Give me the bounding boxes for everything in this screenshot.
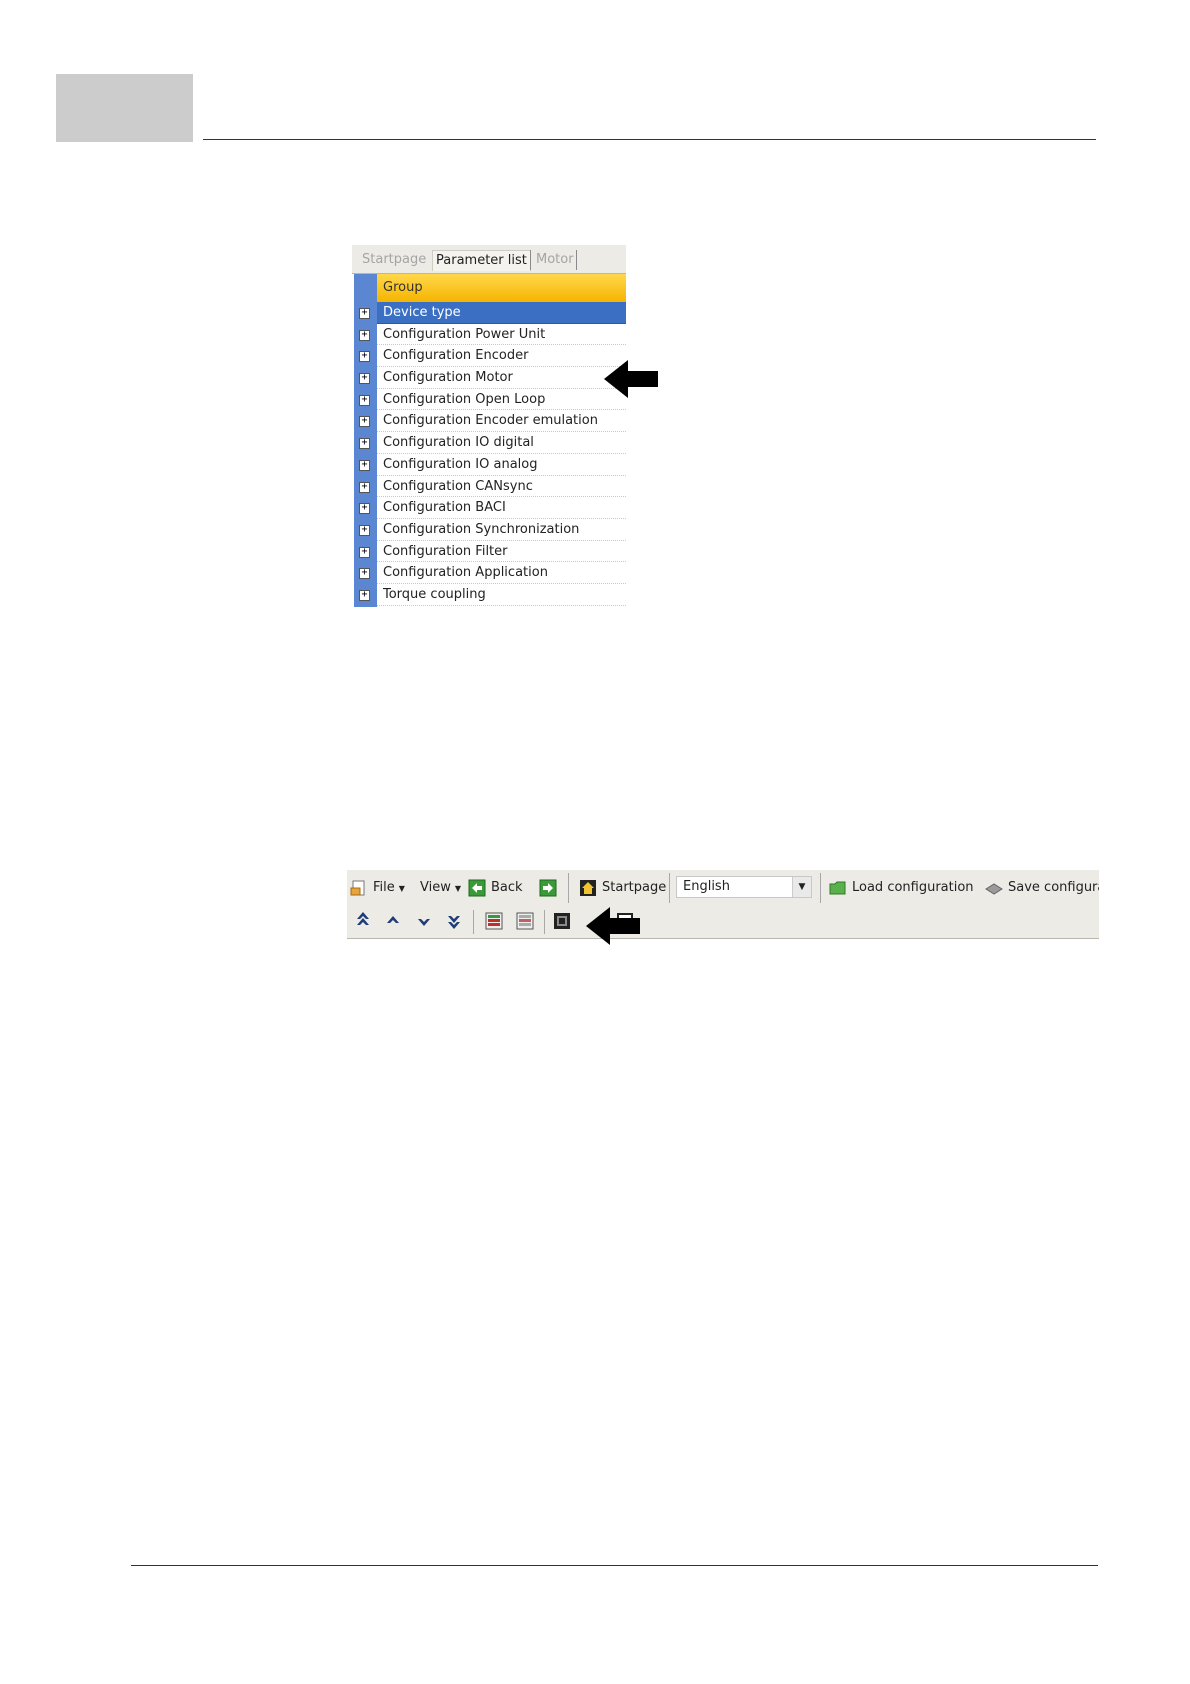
group-row-label: Configuration Filter xyxy=(383,543,508,559)
group-row-label: Configuration IO digital xyxy=(383,435,534,451)
header-rule xyxy=(203,139,1096,140)
group-row-label: Configuration Power Unit xyxy=(383,326,546,342)
group-row[interactable]: + Configuration Encoder xyxy=(359,345,626,368)
group-row-label: Configuration Open Loop xyxy=(383,391,546,407)
group-row[interactable]: + Configuration IO analog xyxy=(359,454,626,476)
expand-plus-icon[interactable]: + xyxy=(359,351,370,363)
expand-plus-icon[interactable]: + xyxy=(359,524,370,536)
language-select[interactable]: English ▼ xyxy=(676,876,812,898)
group-grid: Group + Device type + Configuration Power U… xyxy=(359,274,626,606)
file-menu-label: File xyxy=(373,880,395,895)
expand-plus-icon[interactable]: + xyxy=(359,589,370,601)
expand-plus-icon[interactable]: + xyxy=(359,503,370,515)
dropdown-arrow-icon: ▼ xyxy=(398,884,405,893)
group-row[interactable]: + Configuration Motor xyxy=(359,367,626,389)
startpage-button-label: Startpage xyxy=(602,880,667,895)
expand-plus-icon[interactable]: + xyxy=(359,394,370,406)
back-button[interactable]: Back xyxy=(468,877,523,899)
dropdown-arrow-icon: ▼ xyxy=(454,884,462,893)
tab-separator xyxy=(576,250,577,270)
group-row[interactable]: + Configuration Synchronization xyxy=(359,519,626,541)
toolbar-separator xyxy=(473,910,474,934)
group-row-label: Device type xyxy=(383,305,461,320)
forward-button[interactable] xyxy=(539,877,562,899)
save-disk-icon xyxy=(985,882,1003,895)
expand-plus-icon[interactable]: + xyxy=(359,459,370,471)
load-configuration-label: Load configuration xyxy=(852,880,974,895)
group-row[interactable]: + Configuration Encoder emulation xyxy=(359,410,626,433)
startpage-button[interactable]: Startpage xyxy=(579,877,666,899)
expand-plus-icon[interactable]: + xyxy=(359,416,370,428)
group-row-label: Configuration Encoder xyxy=(383,348,529,364)
toolbar-separator xyxy=(544,910,545,934)
forward-arrow-icon xyxy=(539,879,557,896)
home-icon xyxy=(580,879,596,896)
parameter-list-panel: Startpage Parameter list Motor Group + De… xyxy=(352,245,626,607)
group-row[interactable]: + Configuration CANsync xyxy=(359,476,626,498)
expand-plus-icon[interactable]: + xyxy=(359,373,370,385)
chevron-down-icon[interactable]: ▼ xyxy=(792,877,811,897)
view-menu[interactable]: View ▼ xyxy=(420,877,461,899)
toolbar-separator xyxy=(568,873,569,903)
arrow-left-icon xyxy=(604,360,658,398)
last-item-icon[interactable] xyxy=(445,909,463,933)
save-configuration-label: Save configura xyxy=(1008,880,1099,895)
group-row-label: Configuration Motor xyxy=(383,370,513,386)
file-menu[interactable]: File ▼ xyxy=(350,877,405,899)
tab-separator xyxy=(530,250,531,270)
group-row[interactable]: + Configuration Application xyxy=(359,562,626,584)
toolbar-separator xyxy=(820,873,821,903)
group-row-label: Configuration Synchronization xyxy=(383,521,580,537)
group-row-label: Configuration Application xyxy=(383,565,548,581)
next-item-icon[interactable] xyxy=(415,909,433,933)
group-row[interactable]: + Device type xyxy=(359,302,626,324)
view-menu-label: View xyxy=(420,880,451,895)
group-row-label: Configuration CANsync xyxy=(383,478,533,494)
column-header-group[interactable]: Group xyxy=(377,274,626,302)
footer-rule xyxy=(131,1565,1098,1566)
group-row[interactable]: + Torque coupling xyxy=(359,584,626,606)
toolbar-separator xyxy=(669,873,670,903)
group-row[interactable]: + Configuration Power Unit xyxy=(359,324,626,346)
main-toolbar: File ▼ View ▼ Back Startpage English ▼ Loa… xyxy=(347,870,1099,939)
expand-plus-icon[interactable]: + xyxy=(359,329,370,341)
group-row-label: Configuration BACI xyxy=(383,500,506,516)
expand-plus-icon[interactable]: + xyxy=(359,481,370,493)
language-select-value: English xyxy=(683,879,730,894)
device-memory-icon[interactable] xyxy=(552,909,572,933)
group-row-label: Configuration IO analog xyxy=(383,456,538,472)
save-configuration-button[interactable]: Save configura xyxy=(985,877,1099,899)
back-button-label: Back xyxy=(491,880,523,895)
group-row-label: Configuration Encoder emulation xyxy=(383,413,598,429)
group-row[interactable]: + Configuration IO digital xyxy=(359,432,626,454)
arrow-left-icon xyxy=(586,907,640,945)
folder-open-icon xyxy=(829,881,846,894)
group-row[interactable]: + Configuration BACI xyxy=(359,497,626,519)
expand-plus-icon[interactable]: + xyxy=(359,438,370,450)
header-gray-block xyxy=(56,74,193,142)
tab-startpage[interactable]: Startpage xyxy=(359,250,429,270)
tab-bar: Startpage Parameter list Motor xyxy=(352,245,626,274)
back-arrow-icon xyxy=(468,879,486,896)
group-rows: + Device type + Configuration Power Unit + Co… xyxy=(359,302,626,606)
first-item-icon[interactable] xyxy=(354,909,372,933)
tab-motor[interactable]: Motor xyxy=(533,250,577,270)
group-row[interactable]: + Configuration Open Loop xyxy=(359,389,626,411)
expand-plus-icon[interactable]: + xyxy=(359,568,370,580)
group-row-label: Torque coupling xyxy=(383,586,486,602)
read-parameters-icon[interactable] xyxy=(515,909,535,933)
write-parameters-icon[interactable] xyxy=(484,909,504,933)
expand-plus-icon[interactable]: + xyxy=(359,308,370,319)
expand-plus-icon[interactable]: + xyxy=(359,546,370,558)
file-icon xyxy=(350,880,365,895)
group-row[interactable]: + Configuration Filter xyxy=(359,541,626,563)
load-configuration-button[interactable]: Load configuration xyxy=(829,877,974,899)
tab-parameter-list[interactable]: Parameter list xyxy=(432,250,531,271)
previous-item-icon[interactable] xyxy=(384,909,402,933)
